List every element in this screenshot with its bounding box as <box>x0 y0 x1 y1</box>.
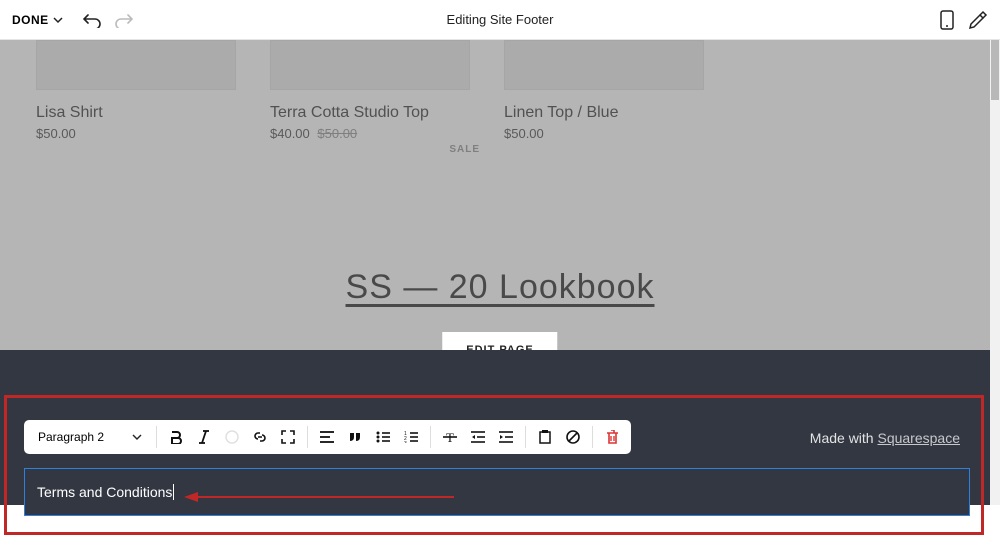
text-toolbar: Paragraph 2 123 T <box>24 420 631 454</box>
expand-button[interactable] <box>275 424 301 450</box>
align-button[interactable] <box>314 424 340 450</box>
footer-credit: Made with Squarespace <box>810 430 960 446</box>
strikethrough-button[interactable]: T <box>437 424 463 450</box>
chevron-down-icon <box>53 15 63 25</box>
squarespace-link[interactable]: Squarespace <box>877 430 960 446</box>
svg-text:3: 3 <box>404 441 407 443</box>
mobile-preview-button[interactable] <box>940 10 954 30</box>
bullet-list-button[interactable] <box>370 424 396 450</box>
footer-text-input[interactable]: Terms and Conditions <box>24 468 970 516</box>
text-input-value: Terms and Conditions <box>37 484 172 500</box>
brush-button[interactable] <box>968 10 988 30</box>
color-button[interactable] <box>219 424 245 450</box>
done-button[interactable]: DONE <box>12 13 63 27</box>
clear-format-button[interactable] <box>560 424 586 450</box>
editor-topbar: DONE Editing Site Footer <box>0 0 1000 40</box>
format-label: Paragraph 2 <box>38 430 104 444</box>
credit-prefix: Made with <box>810 430 878 446</box>
scrollbar[interactable] <box>990 40 1000 505</box>
italic-button[interactable] <box>191 424 217 450</box>
undo-button[interactable] <box>83 12 101 28</box>
text-caret <box>173 484 174 500</box>
editor-canvas: Lisa Shirt $50.00 Terra Cotta Studio Top… <box>0 40 1000 505</box>
number-list-button[interactable]: 123 <box>398 424 424 450</box>
done-label: DONE <box>12 13 49 27</box>
page-title: Editing Site Footer <box>447 12 554 27</box>
outdent-button[interactable] <box>465 424 491 450</box>
delete-button[interactable] <box>599 424 625 450</box>
indent-button[interactable] <box>493 424 519 450</box>
quote-button[interactable] <box>342 424 368 450</box>
link-button[interactable] <box>247 424 273 450</box>
format-dropdown[interactable]: Paragraph 2 <box>30 430 150 444</box>
redo-button[interactable] <box>115 12 133 28</box>
paste-button[interactable] <box>532 424 558 450</box>
bold-button[interactable] <box>163 424 189 450</box>
chevron-down-icon <box>132 432 142 442</box>
scrollbar-thumb[interactable] <box>991 40 999 100</box>
